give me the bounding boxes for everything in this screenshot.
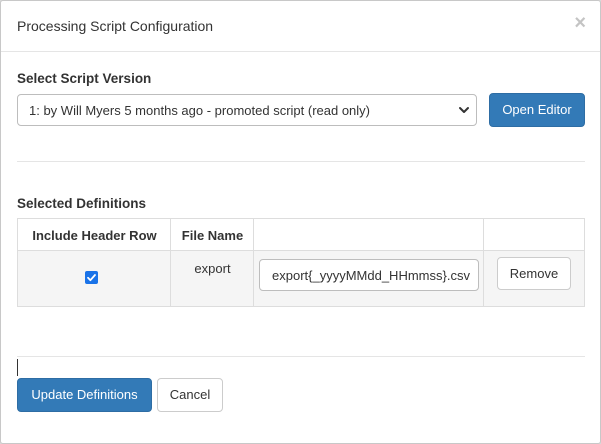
definitions-table: Include Header Row File Name export expo… [17, 218, 585, 307]
remove-button[interactable]: Remove [497, 257, 571, 290]
select-script-version-label: Select Script Version [17, 71, 152, 86]
include-header-row-checkbox[interactable] [85, 271, 98, 284]
checkmark-icon [87, 274, 96, 282]
column-header-file-name: File Name [181, 228, 244, 243]
file-name-pattern-input[interactable]: export{_yyyyMMdd_HHmmss}.csv [259, 259, 479, 291]
open-editor-button[interactable]: Open Editor [489, 93, 585, 127]
processing-script-modal: Processing Script Configuration × Select… [0, 0, 601, 444]
cancel-button[interactable]: Cancel [157, 378, 223, 412]
script-version-select[interactable]: 1: by Will Myers 5 months ago - promoted… [17, 94, 477, 126]
column-header-include-header-row: Include Header Row [32, 228, 157, 243]
footer-divider [17, 356, 585, 357]
close-icon[interactable]: × [574, 13, 586, 33]
file-name-pattern-value: export{_yyyyMMdd_HHmmss}.csv [272, 268, 470, 283]
file-name-value: export [194, 261, 231, 276]
script-version-selected-value: 1: by Will Myers 5 months ago - promoted… [29, 103, 371, 118]
chevron-down-icon [459, 107, 469, 113]
modal-title: Processing Script Configuration [17, 18, 214, 34]
update-definitions-button[interactable]: Update Definitions [17, 378, 152, 412]
selected-definitions-label: Selected Definitions [17, 196, 147, 211]
text-cursor [17, 359, 18, 376]
section-divider [17, 161, 585, 162]
modal-header: Processing Script Configuration × [1, 1, 600, 52]
